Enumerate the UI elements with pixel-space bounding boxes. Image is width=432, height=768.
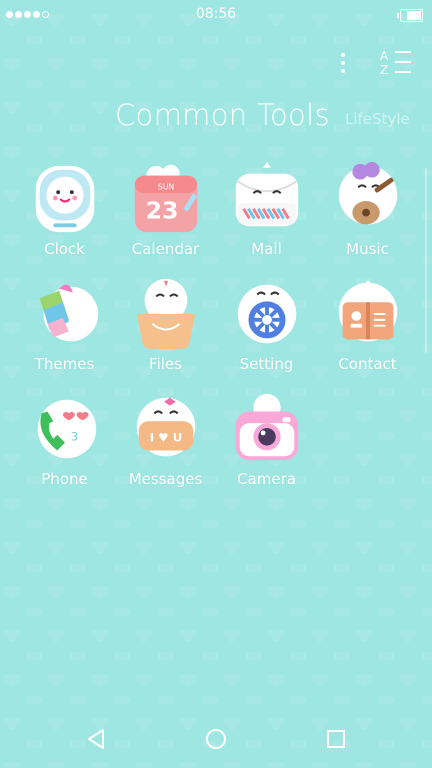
- app-label: Contact: [338, 355, 397, 373]
- app-files[interactable]: Files: [115, 275, 216, 378]
- app-label: Phone: [41, 470, 88, 488]
- app-label: Setting: [239, 355, 294, 373]
- overflow-menu-button[interactable]: [332, 48, 354, 78]
- setting-icon: [237, 284, 296, 344]
- folder-title: Common Tools: [115, 98, 330, 132]
- app-label: Camera: [237, 470, 296, 488]
- app-messages[interactable]: I ♥ U Messages: [115, 390, 216, 493]
- messages-icon: I ♥ U: [136, 397, 195, 457]
- sort-alphabetical-button[interactable]: A Z: [378, 46, 414, 78]
- app-label: Calendar: [131, 240, 200, 258]
- app-mail[interactable]: Mail: [216, 160, 317, 263]
- app-clock[interactable]: Clock: [14, 160, 115, 263]
- app-music[interactable]: Music: [317, 160, 418, 263]
- mail-icon: [235, 161, 298, 227]
- home-icon: [206, 729, 226, 749]
- app-label: Themes: [34, 355, 95, 373]
- status-bar: 08:56: [0, 0, 432, 30]
- themes-icon: [39, 284, 98, 342]
- battery-icon: [397, 9, 423, 22]
- app-calendar[interactable]: SUN 23 Calendar: [115, 160, 216, 263]
- app-phone[interactable]: 3 Phone: [14, 390, 115, 493]
- svg-text:A: A: [380, 49, 389, 63]
- sort-az-icon: A Z: [380, 49, 411, 77]
- scrollbar[interactable]: [425, 168, 427, 353]
- recents-icon: [327, 730, 345, 748]
- app-label: Music: [346, 240, 389, 258]
- app-themes[interactable]: Themes: [14, 275, 115, 378]
- nav-recents-button[interactable]: [314, 721, 358, 757]
- camera-icon: [235, 393, 298, 461]
- app-grid: Clock SUN 23 Calendar Mail Music Themes …: [14, 160, 418, 493]
- nav-home-button[interactable]: [194, 721, 238, 757]
- app-contact[interactable]: Contact: [317, 275, 418, 378]
- app-camera[interactable]: Camera: [216, 390, 317, 493]
- svg-text:I ♥ U: I ♥ U: [149, 431, 181, 445]
- back-icon: [88, 729, 104, 749]
- nav-back-button[interactable]: [74, 721, 118, 757]
- clock-icon: [35, 165, 94, 233]
- files-icon: [136, 278, 195, 350]
- app-label: Clock: [44, 240, 85, 258]
- svg-text:SUN: SUN: [157, 182, 174, 191]
- phone-icon: 3: [37, 399, 96, 459]
- status-time: 08:56: [195, 6, 237, 22]
- navigation-bar: [0, 710, 432, 768]
- svg-text:23: 23: [145, 197, 178, 225]
- calendar-icon: SUN 23: [134, 164, 197, 233]
- folder-subtitle-tab[interactable]: LifeStyle: [345, 110, 410, 128]
- svg-text:3: 3: [70, 430, 77, 444]
- svg-text:Z: Z: [380, 63, 388, 77]
- app-label: Files: [149, 355, 182, 373]
- music-icon: [338, 161, 397, 225]
- app-label: Messages: [128, 470, 203, 488]
- more-dot-icon: [341, 53, 345, 57]
- app-label: Mail: [251, 240, 282, 258]
- app-setting[interactable]: Setting: [216, 275, 317, 378]
- contact-icon: [338, 280, 397, 342]
